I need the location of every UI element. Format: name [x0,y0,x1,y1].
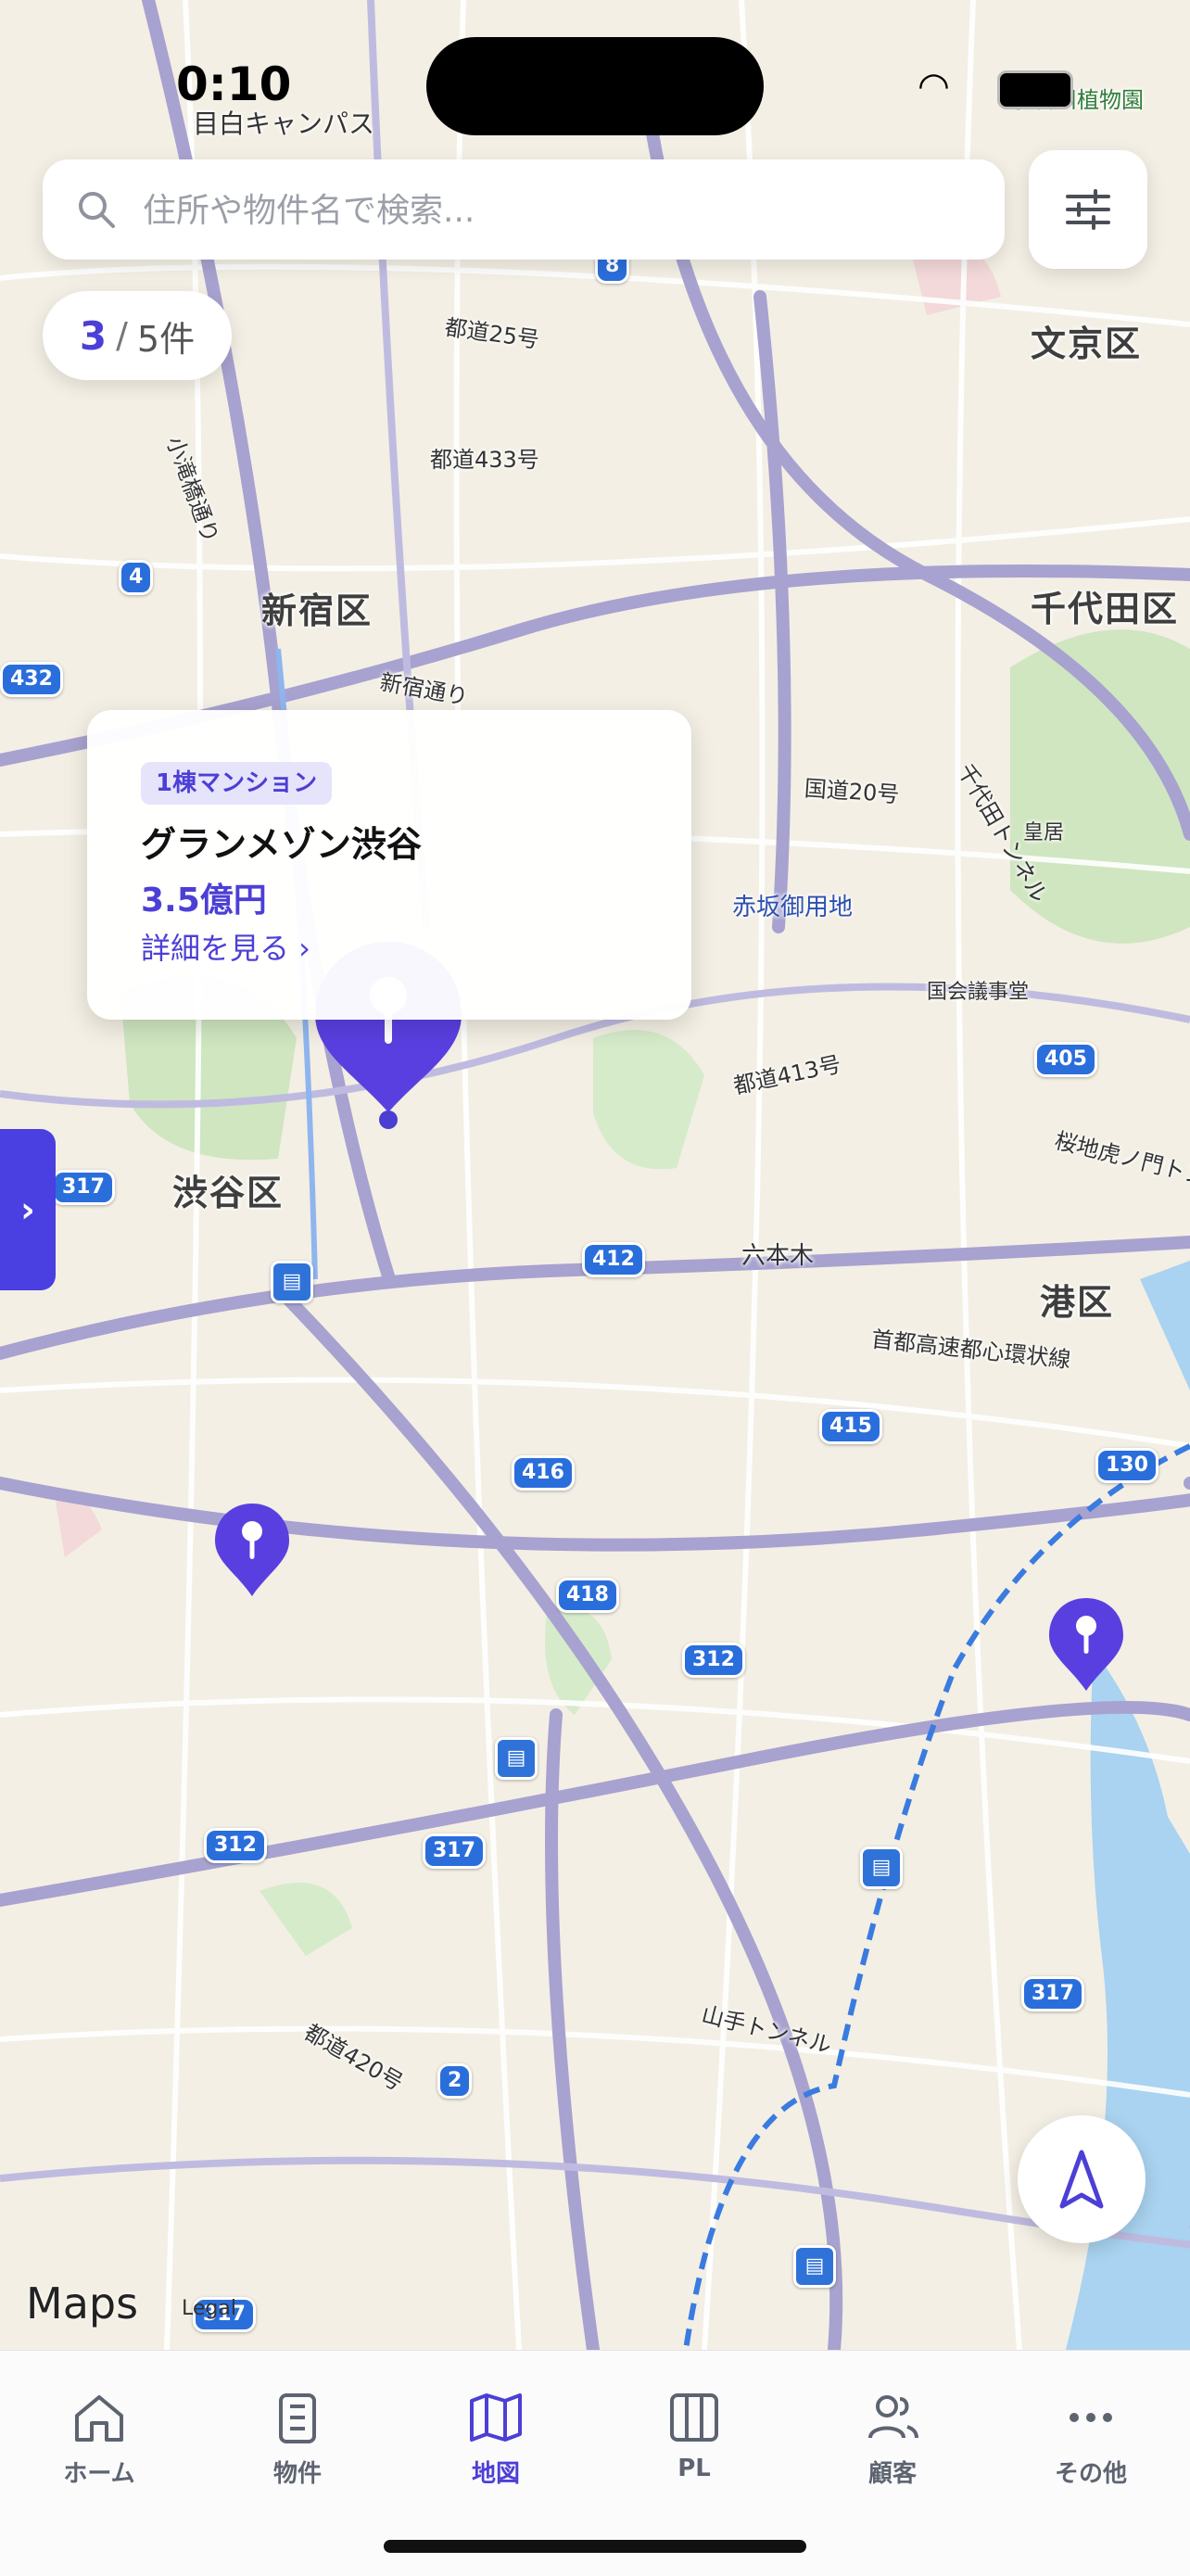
property-pin[interactable] [1047,1596,1125,1693]
ward-label: 新宿区 [261,590,373,631]
ward-label: 港区 [1040,1282,1115,1323]
search-bar[interactable] [43,159,1005,261]
search-input[interactable] [141,159,979,261]
route-shield: 312 [204,1828,267,1863]
view-details-link[interactable]: 詳細を見る › [141,925,310,968]
users-icon [868,2395,918,2439]
train-station-icon[interactable]: ▤ [793,2245,836,2288]
locate-button[interactable] [1018,2115,1146,2243]
route-shield: 317 [1021,1976,1084,2011]
route-shield: 405 [1034,1042,1097,1077]
home-indicator [384,2540,806,2553]
filter-button[interactable] [1029,150,1147,269]
road-label: 国道20号 [803,775,901,808]
result-count: 3 / 5件 [43,291,232,380]
tab-label: 顧客 [867,2460,917,2488]
place-label: 皇居 [1023,821,1065,844]
building-icon [279,2393,316,2443]
route-shield: 130 [1095,1448,1158,1483]
property-type-badge: 1棟マンション [141,762,333,805]
tab-pl[interactable]: PL [595,2367,793,2497]
map-icon [470,2393,522,2442]
route-shield: 317 [52,1170,115,1205]
property-popup[interactable]: 1棟マンション グランメゾン渋谷 3.5億円 詳細を見る › [87,710,691,1020]
columns-icon [670,2393,718,2442]
side-panel-toggle[interactable]: › [0,1129,56,1290]
apple-maps-logo: Maps [26,2278,138,2329]
tab-label: PL [677,2455,711,2482]
route-shield: 412 [582,1242,645,1277]
place-label: 六本木 [741,1242,815,1270]
route-shield: 416 [512,1455,575,1491]
tab-label: ホーム [63,2460,135,2488]
result-total: 5件 [136,318,196,360]
property-name: グランメゾン渋谷 [141,824,422,865]
route-shield: 415 [819,1409,882,1444]
tab-label: その他 [1054,2460,1127,2488]
home-icon [75,2395,123,2442]
route-shield: 4 [119,560,154,595]
dynamic-island [426,37,764,135]
property-pin[interactable] [213,1502,291,1598]
place-label: 国会議事堂 [927,981,1030,1004]
road-label: 都道433号 [430,447,539,473]
result-current: 3 [79,312,108,359]
ward-label: 渋谷区 [172,1173,285,1213]
tab-more[interactable]: その他 [992,2367,1190,2497]
tab-home[interactable]: ホーム [0,2367,198,2497]
tab-label: 地図 [471,2460,520,2488]
navigation-arrow-icon [1059,2150,1104,2209]
train-station-icon[interactable]: ▤ [271,1261,313,1303]
status-time: 0:10 [176,57,292,111]
train-station-icon[interactable]: ▤ [860,1846,903,1889]
search-icon [79,192,115,228]
battery-icon [997,70,1073,109]
result-separator: / [116,315,128,356]
maps-attribution: Maps [26,2278,139,2329]
tab-customers[interactable]: 顧客 [793,2367,992,2497]
property-price: 3.5億円 [141,882,267,920]
route-shield: 432 [0,662,63,697]
more-icon [1070,2413,1112,2422]
train-station-icon[interactable]: ▤ [495,1737,538,1780]
tab-map[interactable]: 地図 [397,2367,595,2497]
ward-label: 千代田区 [1031,589,1180,629]
tab-label: 物件 [272,2460,322,2488]
ward-label: 文京区 [1031,324,1143,364]
place-label: 赤坂御用地 [732,894,854,921]
sliders-icon [1066,189,1110,230]
tab-properties[interactable]: 物件 [198,2367,397,2497]
route-shield: 317 [423,1834,486,1869]
route-shield: 418 [556,1578,619,1613]
route-shield: 312 [682,1643,745,1678]
route-shield: 2 [437,2063,473,2099]
wifi-icon: ◠ [918,65,950,108]
legal-link[interactable]: Legal [182,2297,236,2320]
